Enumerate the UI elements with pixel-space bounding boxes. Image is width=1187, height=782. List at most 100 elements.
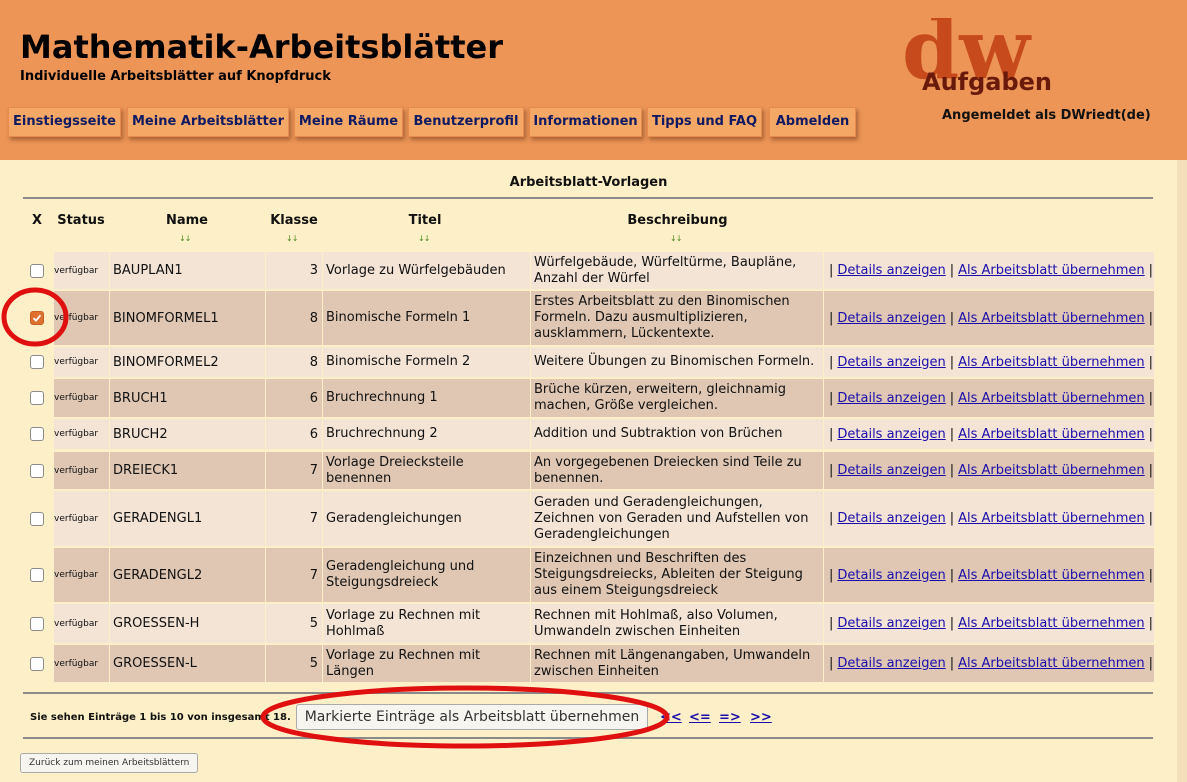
- pager-next[interactable]: =>: [719, 710, 741, 725]
- details-link[interactable]: Details anzeigen: [837, 568, 945, 583]
- cell-name: GERADENGL1: [110, 491, 265, 546]
- table-row: verfügbar BRUCH1 6 Bruchrechnung 1 Brüche kü…: [0, 379, 1177, 417]
- sort-titel-icon[interactable]: ↓↓: [418, 234, 430, 243]
- adopt-link[interactable]: Als Arbeitsblatt übernehmen: [958, 656, 1145, 671]
- sort-klasse-icon[interactable]: ↓↓: [286, 234, 298, 243]
- separator: |: [949, 354, 955, 370]
- row-actions: | Details anzeigen | Als Arbeitsblatt übern…: [824, 347, 1154, 377]
- separator: |: [949, 567, 955, 583]
- cell-name: GROESSEN-L: [110, 645, 265, 682]
- cell-klasse: 5: [266, 604, 322, 643]
- cell-status: verfügbar: [54, 419, 109, 449]
- nav-informationen[interactable]: Informationen: [529, 107, 642, 137]
- back-to-worksheets-button[interactable]: Zurück zum meinen Arbeitsblättern: [20, 753, 199, 773]
- select-checkbox[interactable]: [30, 568, 44, 582]
- adopt-marked-button[interactable]: Markierte Einträge als Arbeitsblatt über…: [296, 704, 648, 730]
- separator: |: [1148, 656, 1154, 671]
- separator: |: [949, 616, 955, 631]
- cell-beschreibung: Weitere Übungen zu Binomischen Formeln.: [531, 347, 823, 377]
- details-link[interactable]: Details anzeigen: [837, 463, 945, 478]
- dw-aufgaben-logo[interactable]: dw Aufgaben: [900, 18, 1130, 98]
- cell-beschreibung: Einzeichnen und Beschriften des Steigung…: [531, 548, 823, 602]
- row-actions: | Details anzeigen | Als Arbeitsblatt übern…: [824, 645, 1154, 682]
- adopt-link[interactable]: Als Arbeitsblatt übernehmen: [958, 511, 1145, 526]
- adopt-link[interactable]: Als Arbeitsblatt übernehmen: [958, 616, 1145, 631]
- row-actions: | Details anzeigen | Als Arbeitsblatt übern…: [824, 419, 1154, 449]
- cell-beschreibung: Erstes Arbeitsblatt zu den Binomischen F…: [531, 291, 823, 345]
- nav-benutzerprofil[interactable]: Benutzerprofil: [408, 107, 524, 137]
- checkmark-icon: [32, 314, 42, 322]
- nav-einstiegsseite[interactable]: Einstiegsseite: [8, 107, 121, 137]
- select-cell: [23, 379, 53, 417]
- cell-titel: Binomische Formeln 1: [323, 291, 530, 345]
- main-content: Arbeitsblatt-Vorlagen X Status Name Klas…: [0, 160, 1177, 782]
- pager-last[interactable]: >>: [750, 710, 772, 725]
- select-checkbox[interactable]: [30, 616, 44, 631]
- cell-status: verfügbar: [54, 604, 109, 643]
- nav-meine-arbeitsblaetter[interactable]: Meine Arbeitsblätter: [127, 107, 289, 137]
- select-checkbox[interactable]: [30, 263, 44, 278]
- details-link[interactable]: Details anzeigen: [837, 656, 945, 671]
- site-header: Mathematik-Arbeitsblätter Individuelle A…: [0, 0, 1187, 160]
- separator: |: [1148, 511, 1154, 526]
- separator: |: [829, 567, 834, 583]
- select-checkbox[interactable]: [30, 391, 44, 405]
- adopt-link[interactable]: Als Arbeitsblatt übernehmen: [958, 263, 1145, 278]
- select-cell: [23, 452, 53, 489]
- select-cell: [23, 548, 53, 602]
- sort-beschreibung-icon[interactable]: ↓↓: [670, 234, 682, 243]
- details-link[interactable]: Details anzeigen: [837, 311, 945, 326]
- select-checkbox[interactable]: [30, 355, 44, 369]
- separator: |: [949, 310, 955, 326]
- cell-klasse: 8: [266, 347, 322, 377]
- table-row: verfügbar GERADENGL1 7 Geradengleichungen Ge…: [0, 491, 1177, 546]
- pager-prev[interactable]: <=: [689, 710, 711, 725]
- details-link[interactable]: Details anzeigen: [837, 391, 945, 406]
- select-cell: [23, 347, 53, 377]
- cell-klasse: 7: [266, 491, 322, 546]
- details-link[interactable]: Details anzeigen: [837, 355, 945, 370]
- adopt-link[interactable]: Als Arbeitsblatt übernehmen: [958, 463, 1145, 478]
- cell-klasse: 5: [266, 645, 322, 682]
- adopt-link[interactable]: Als Arbeitsblatt übernehmen: [958, 311, 1145, 326]
- table-row: verfügbar BAUPLAN1 3 Vorlage zu Würfelgebäu…: [0, 252, 1177, 289]
- cell-status: verfügbar: [54, 347, 109, 377]
- row-actions: | Details anzeigen | Als Arbeitsblatt übern…: [824, 548, 1154, 602]
- select-cell: [23, 252, 53, 289]
- page-edge: [1177, 160, 1187, 782]
- adopt-link[interactable]: Als Arbeitsblatt übernehmen: [958, 391, 1145, 406]
- select-checkbox[interactable]: [30, 427, 44, 441]
- adopt-link[interactable]: Als Arbeitsblatt übernehmen: [958, 568, 1145, 583]
- details-link[interactable]: Details anzeigen: [837, 511, 945, 526]
- pager-first[interactable]: <<: [660, 710, 682, 725]
- nav-meine-raeume[interactable]: Meine Räume: [294, 107, 403, 137]
- divider-bottom: [23, 692, 1153, 694]
- select-checkbox[interactable]: [30, 311, 44, 325]
- nav-tipps-faq[interactable]: Tipps und FAQ: [647, 107, 762, 137]
- adopt-link[interactable]: Als Arbeitsblatt übernehmen: [958, 355, 1145, 370]
- separator: |: [829, 656, 834, 671]
- separator: |: [829, 263, 834, 278]
- cell-titel: Binomische Formeln 2: [323, 347, 530, 377]
- select-checkbox[interactable]: [30, 511, 44, 526]
- details-link[interactable]: Details anzeigen: [837, 616, 945, 631]
- details-link[interactable]: Details anzeigen: [837, 263, 945, 278]
- col-header-name: Name: [165, 213, 208, 228]
- col-header-klasse: Klasse: [270, 213, 318, 228]
- select-checkbox[interactable]: [30, 463, 44, 478]
- details-link[interactable]: Details anzeigen: [837, 427, 945, 442]
- nav-abmelden[interactable]: Abmelden: [769, 107, 856, 137]
- separator: |: [829, 310, 834, 326]
- table-title: Arbeitsblatt-Vorlagen: [509, 175, 668, 190]
- select-cell: [23, 604, 53, 643]
- table-row: verfügbar BINOMFORMEL1 8 Binomische Formeln…: [0, 291, 1177, 345]
- divider-footer: [23, 737, 1153, 739]
- sort-name-icon[interactable]: ↓↓: [179, 234, 191, 243]
- adopt-link[interactable]: Als Arbeitsblatt übernehmen: [958, 427, 1145, 442]
- table-row: verfügbar BINOMFORMEL2 8 Binomische Formeln…: [0, 347, 1177, 377]
- select-cell: [23, 491, 53, 546]
- select-checkbox[interactable]: [30, 656, 44, 671]
- cell-titel: Vorlage Dreiecksteile benennen: [323, 452, 530, 489]
- cell-beschreibung: Würfelgebäude, Würfeltürme, Baupläne, An…: [531, 252, 823, 289]
- cell-beschreibung: An vorgegebenen Dreiecken sind Teile zu …: [531, 452, 823, 489]
